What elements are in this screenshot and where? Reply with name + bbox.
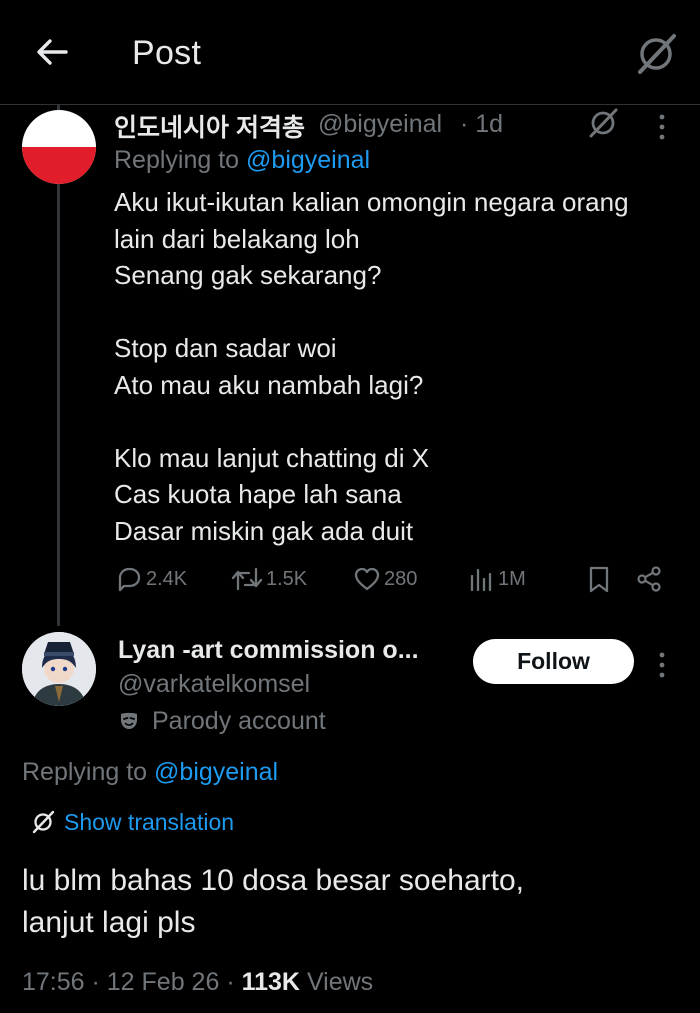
reply-author-handle[interactable]: @varkatelkomsel [118,670,310,699]
parody-label-text: Parody account [152,706,326,735]
grok-icon [638,34,676,74]
bookmark-button[interactable] [586,562,612,596]
post-time: · 1d [460,110,504,138]
reply-icon [118,567,141,592]
replying-to-handle-link[interactable]: @bigyeinal [154,758,278,786]
follow-button[interactable]: Follow [473,639,634,684]
more-vertical-icon [659,114,665,140]
views-label: Views [306,968,374,996]
repost-button[interactable]: 1.5K [230,562,307,596]
bookmark-icon [589,566,609,593]
arrow-left-icon [37,39,68,65]
avatar[interactable] [22,632,96,706]
action-bar: 2.4K 1.5K 280 1M [114,562,674,596]
heart-icon [354,567,380,591]
replying-to-label: Replying to [22,758,155,786]
top-bar: Post [0,0,700,105]
replying-to-label: Replying to [114,146,247,174]
theater-mask-icon [121,712,137,729]
like-button[interactable]: 280 [352,562,417,596]
post-metadata: 17:56 · 12 Feb 26 · 113K Views [22,968,374,996]
parody-account-label: Parody account [118,704,326,738]
grok-button[interactable] [586,106,620,140]
replying-to-handle-link[interactable]: @bigyeinal [246,146,370,174]
reply-author-name[interactable]: Lyan -art commission o... [118,636,419,665]
author-handle[interactable]: @bigyeinal [318,110,442,139]
reply-button[interactable]: 2.4K [114,562,187,596]
share-button[interactable] [634,562,664,596]
view-count: 1M [498,567,526,590]
views-button[interactable]: 1M [466,562,526,596]
anime-character-avatar-image [22,632,96,706]
page-title: Post [132,34,202,72]
flag-red-half [22,147,96,184]
share-icon [637,566,661,592]
grok-button[interactable] [632,30,680,78]
post-date[interactable]: 12 Feb 26 [107,968,220,996]
more-options-button[interactable] [650,110,674,144]
views-count: 113K [241,968,300,996]
post-text: Aku ikut-ikutan kalian omongin negara or… [114,187,629,546]
more-options-button[interactable] [650,648,674,682]
grok-icon [589,108,618,138]
post-timestamp[interactable]: 17:56 [22,968,85,996]
show-translation-button[interactable]: Show translation [30,806,234,838]
show-translation-label: Show translation [64,808,235,835]
replying-to: Replying to @bigyeinal [114,146,370,175]
author-name[interactable]: 인도네시아 저격총 [114,108,305,144]
reply-text: lu blm bahas 10 dosa besar soeharto, lan… [22,864,524,939]
repost-icon [231,567,263,591]
avatar[interactable] [22,110,96,184]
like-count: 280 [384,567,418,590]
reply-count: 2.4K [146,567,188,590]
back-button[interactable] [30,30,74,74]
repost-count: 1.5K [266,567,308,590]
more-vertical-icon [659,652,665,678]
analytics-bars-icon [470,568,492,592]
replying-to: Replying to @bigyeinal [22,758,278,787]
grok-icon [32,810,55,834]
